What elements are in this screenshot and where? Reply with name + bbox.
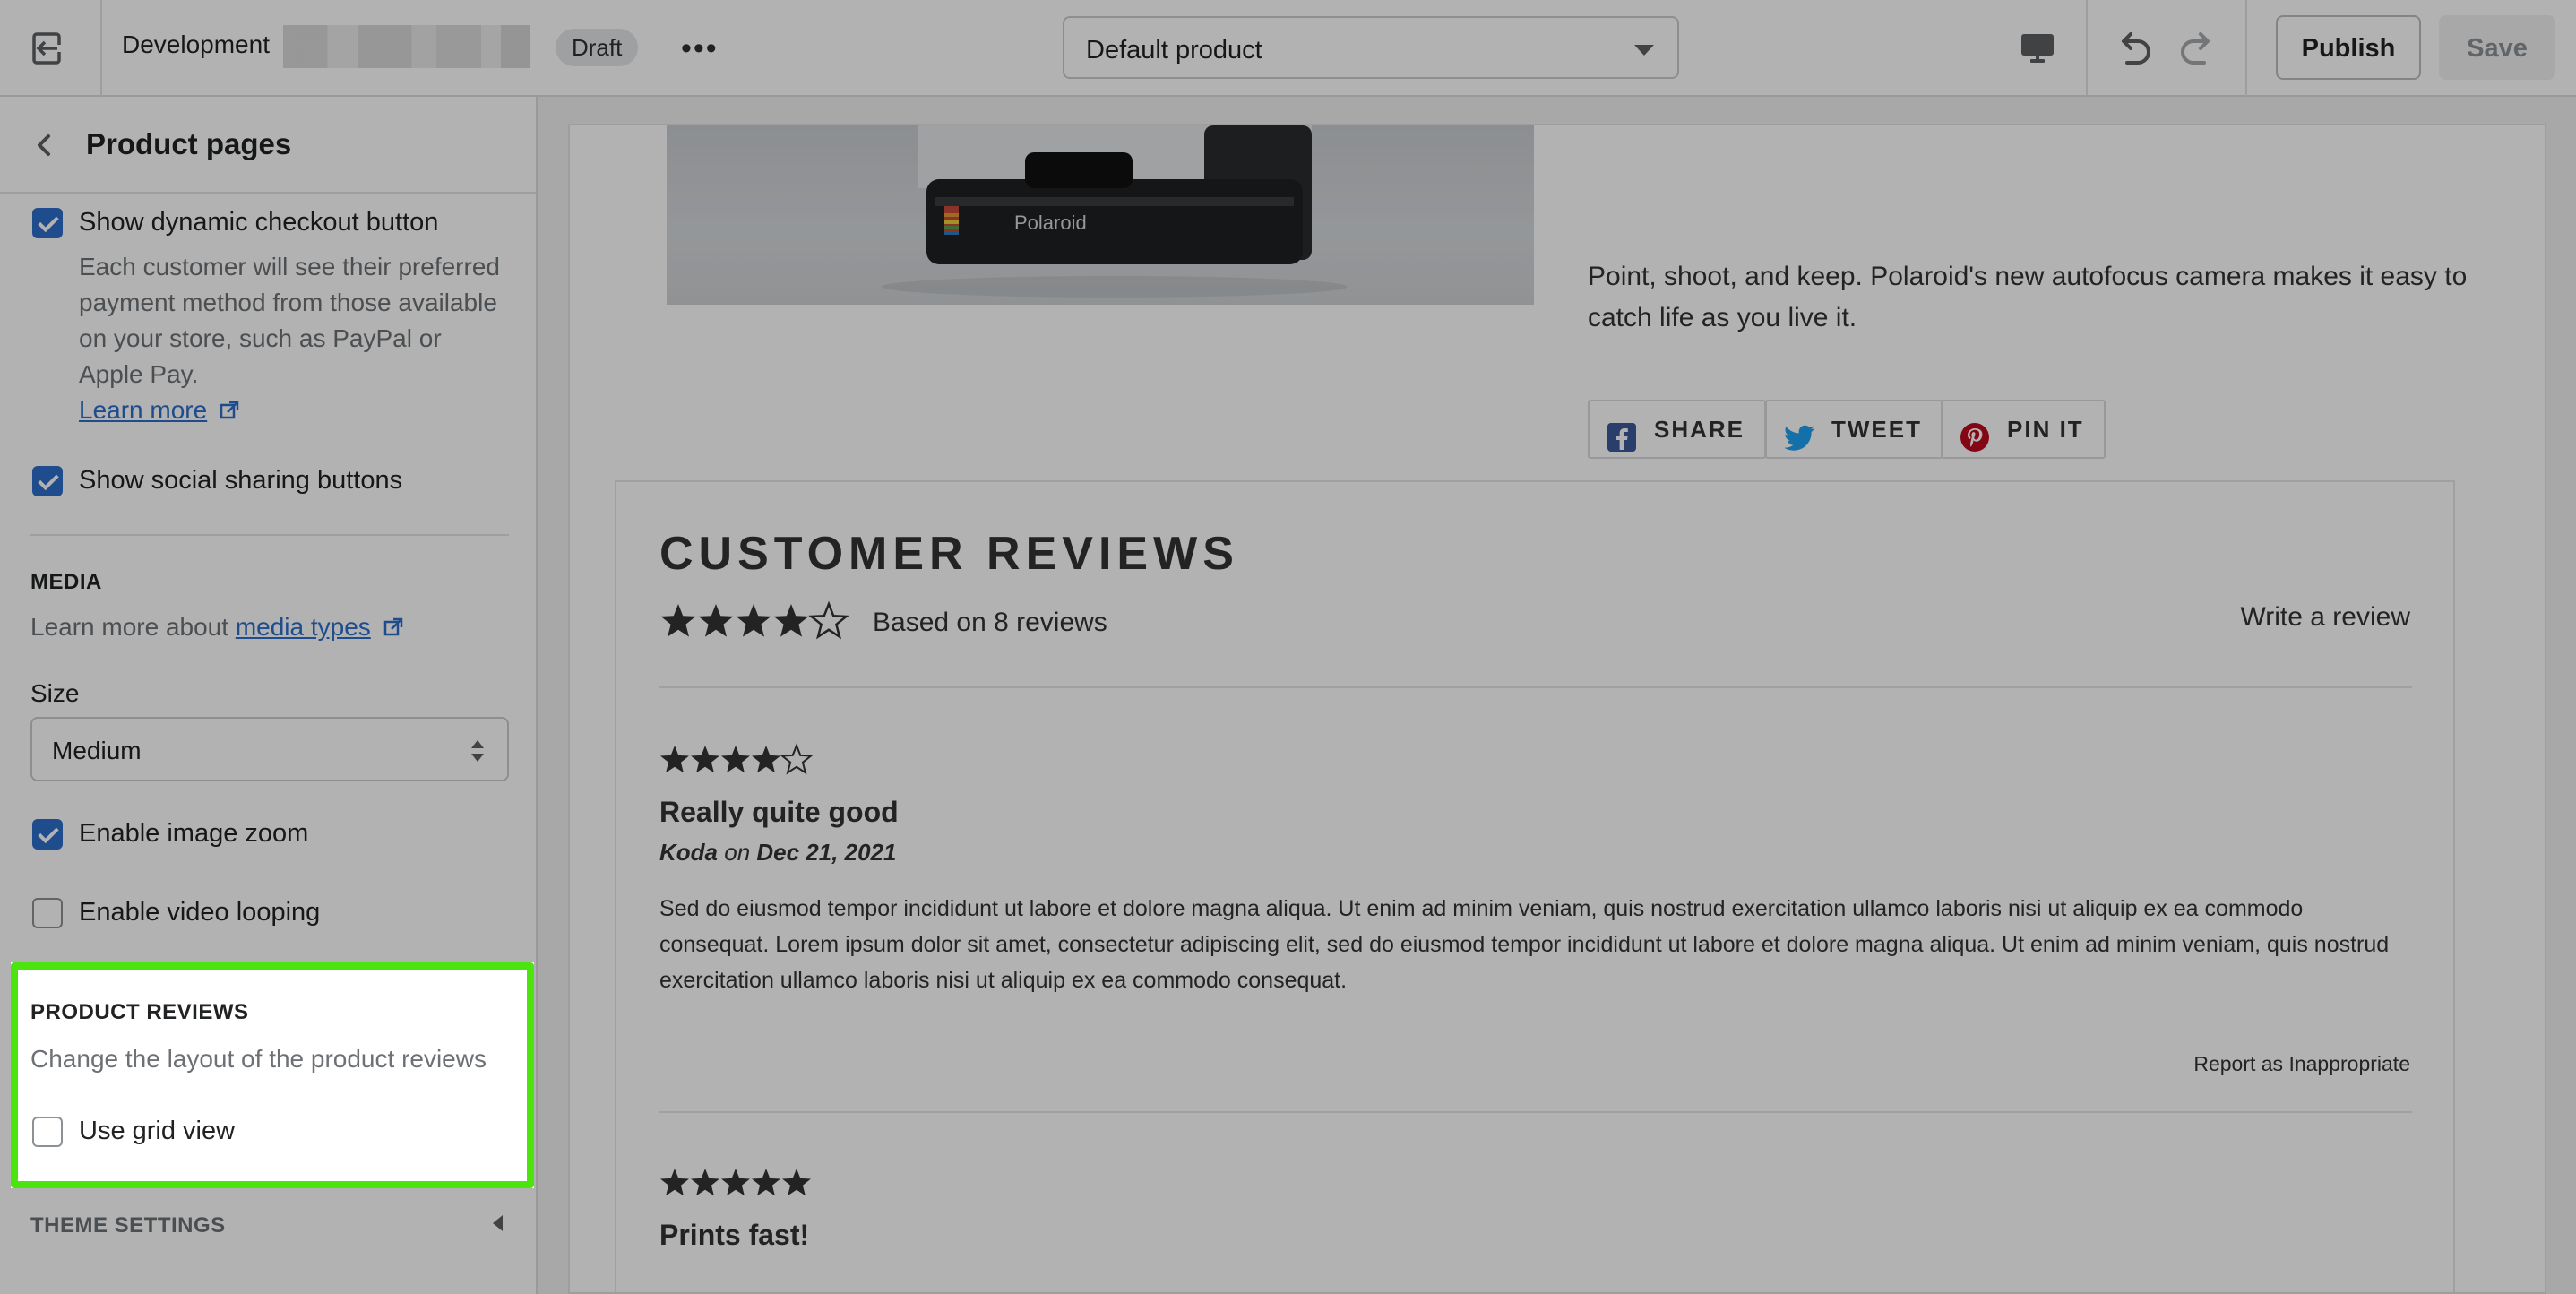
star-half-icon (810, 602, 848, 638)
twitter-icon (1784, 416, 1815, 471)
sidebar-header: Product pages (0, 97, 536, 194)
settings-sidebar: Product pages Show dynamic checkout butt… (0, 97, 538, 1294)
review-title: Really quite good (659, 796, 899, 828)
external-link-icon (220, 394, 239, 430)
desktop-icon[interactable] (2020, 30, 2055, 71)
redo-icon[interactable] (2177, 29, 2218, 73)
star-icon (773, 604, 809, 637)
camera-brand-label: Polaroid (1014, 211, 1087, 234)
video-looping-checkbox[interactable] (32, 898, 63, 928)
media-help-prefix: Learn more about (30, 613, 229, 641)
media-types-link[interactable]: media types (236, 613, 371, 641)
redacted-store-name (283, 25, 530, 68)
reviews-divider (659, 686, 2412, 688)
product-reviews-heading: PRODUCT REVIEWS (30, 1000, 249, 1024)
review-rating-stars (659, 1165, 821, 1201)
save-button[interactable]: Save (2439, 15, 2555, 80)
page-title: Product pages (86, 127, 292, 160)
external-link-icon (383, 611, 403, 647)
product-selector-value: Default product (1086, 36, 1262, 65)
social-sharing-label: Show social sharing buttons (79, 466, 403, 495)
theme-settings-header[interactable]: THEME SETTINGS (30, 1213, 226, 1238)
media-heading: MEDIA (30, 570, 102, 594)
grid-view-label: Use grid view (79, 1117, 236, 1145)
share-facebook-button[interactable]: SHARE (1588, 400, 1767, 459)
review-count: Based on 8 reviews (873, 608, 1107, 637)
share-twitter-label: TWEET (1831, 416, 1922, 443)
chevron-down-icon (1634, 45, 1654, 56)
select-arrows-icon (470, 738, 486, 768)
review-rating-stars (659, 742, 821, 778)
more-horizontal-icon[interactable]: ••• (681, 33, 719, 64)
media-help: Learn more about media types (30, 609, 403, 647)
star-icon (660, 604, 696, 637)
section-divider (30, 534, 509, 536)
toolbar-divider (100, 0, 102, 97)
publish-button[interactable]: Publish (2276, 15, 2421, 80)
review-author: Koda (659, 839, 718, 866)
top-bar: Development Draft ••• Default product Pu… (0, 0, 2576, 97)
toolbar-divider (2245, 0, 2247, 97)
dynamic-checkout-label: Show dynamic checkout button (79, 208, 439, 237)
status-badge: Draft (556, 29, 639, 66)
star-icon (736, 604, 771, 637)
pinterest-icon (1960, 416, 1989, 471)
size-label: Size (30, 679, 80, 707)
image-zoom-label: Enable image zoom (79, 819, 309, 848)
share-twitter-button[interactable]: TWEET (1765, 400, 1943, 459)
dynamic-checkout-help: Each customer will see their preferred p… (79, 249, 509, 430)
review-title: Prints fast! (659, 1219, 810, 1251)
toolbar-divider (2086, 0, 2088, 97)
camera-illustration: Polaroid (882, 125, 1348, 298)
environment-label: Development (122, 30, 270, 58)
video-looping-label: Enable video looping (79, 898, 321, 927)
facebook-icon (1607, 416, 1636, 471)
dynamic-checkout-help-text: Each customer will see their preferred p… (79, 253, 500, 388)
reviews-divider (659, 1111, 2412, 1113)
undo-icon[interactable] (2113, 29, 2154, 73)
preview-canvas: Polaroid Point, shoot, and keep. Polaroi… (538, 97, 2576, 1294)
learn-more-link[interactable]: Learn more (79, 396, 207, 424)
image-zoom-checkbox[interactable] (32, 819, 63, 850)
share-pinterest-button[interactable]: PIN IT (1941, 400, 2106, 459)
product-selector[interactable]: Default product (1063, 16, 1679, 79)
review-body: Sed do eiusmod tempor incididunt ut labo… (659, 896, 2390, 993)
share-pinterest-label: PIN IT (2007, 416, 2084, 443)
caret-left-icon (493, 1215, 503, 1231)
grid-view-checkbox[interactable] (32, 1117, 63, 1147)
review-date: Dec 21, 2021 (756, 839, 897, 866)
star-icon (698, 604, 734, 637)
size-select[interactable]: Medium (30, 717, 509, 781)
write-review-link[interactable]: Write a review (2241, 602, 2411, 633)
share-facebook-label: SHARE (1654, 416, 1745, 443)
chevron-left-icon[interactable] (32, 131, 57, 164)
reviews-title: CUSTOMER REVIEWS (659, 528, 1239, 580)
customer-reviews-section: CUSTOMER REVIEWS Based on 8 reviews Writ… (615, 480, 2455, 1292)
exit-icon[interactable] (27, 29, 72, 68)
dynamic-checkout-checkbox[interactable] (32, 208, 63, 238)
product-description: Point, shoot, and keep. Polaroid's new a… (1588, 262, 2468, 332)
review-on: on (724, 839, 751, 866)
social-sharing-checkbox[interactable] (32, 466, 63, 496)
storefront-preview: Polaroid Point, shoot, and keep. Polaroi… (568, 124, 2546, 1294)
review-meta: Koda on Dec 21, 2021 (659, 839, 897, 867)
size-select-value: Medium (52, 737, 142, 764)
report-link[interactable]: Report as Inappropriate (2193, 1052, 2410, 1076)
product-image: Polaroid (667, 125, 1534, 305)
product-reviews-help: Change the layout of the product reviews (30, 1045, 487, 1073)
average-rating-stars (659, 600, 853, 642)
